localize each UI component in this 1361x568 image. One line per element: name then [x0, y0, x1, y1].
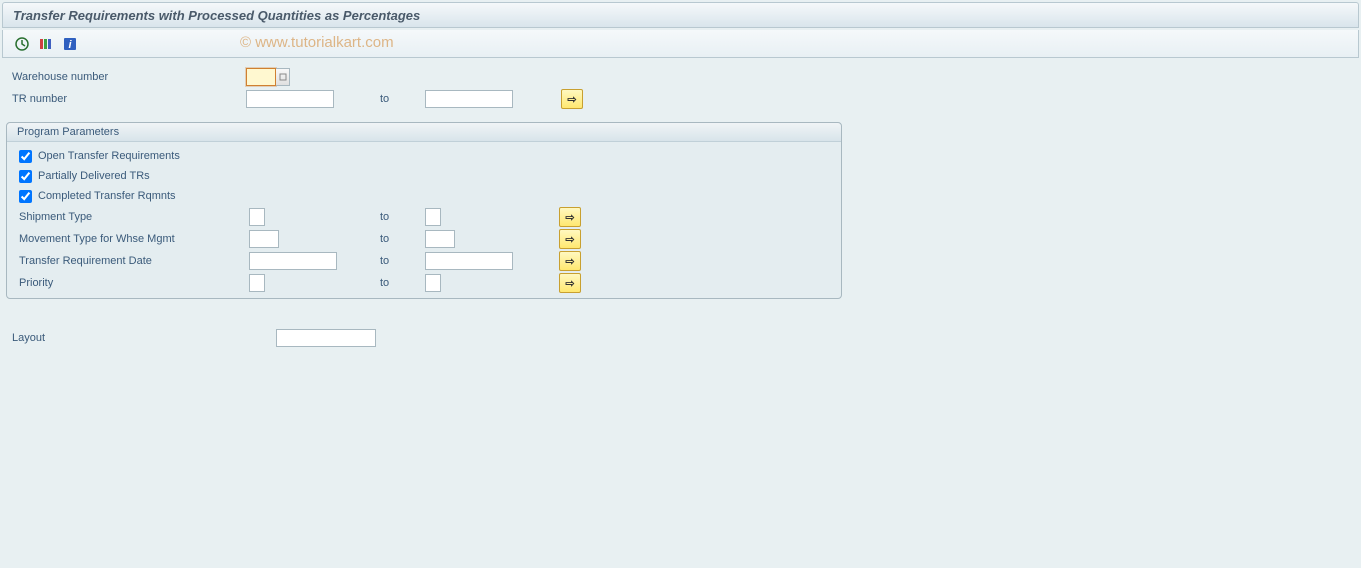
shipment-type-label: Shipment Type: [19, 211, 249, 223]
program-parameters-group: Program Parameters Open Transfer Require…: [6, 122, 842, 299]
priority-label: Priority: [19, 277, 249, 289]
arrow-right-icon: ⇨: [565, 255, 574, 268]
arrow-right-icon: ⇨: [565, 277, 574, 290]
execute-icon[interactable]: [13, 35, 31, 53]
arrow-right-icon: ⇨: [565, 211, 574, 224]
info-icon[interactable]: i: [61, 35, 79, 53]
movement-type-row: Movement Type for Whse Mgmt to ⇨: [9, 228, 839, 250]
variant-icon[interactable]: [37, 35, 55, 53]
layout-row: Layout: [6, 327, 1355, 349]
warehouse-number-f4-button[interactable]: [276, 68, 290, 86]
warehouse-number-row: Warehouse number: [6, 66, 1355, 88]
shipment-type-to-input[interactable]: [425, 208, 441, 226]
movement-type-from-input[interactable]: [249, 230, 279, 248]
shipment-type-row: Shipment Type to ⇨: [9, 206, 839, 228]
tr-number-from-input[interactable]: [246, 90, 334, 108]
group-content: Open Transfer Requirements Partially Del…: [7, 142, 841, 298]
group-title: Program Parameters: [7, 123, 841, 142]
warehouse-number-input[interactable]: [246, 68, 276, 86]
completed-tr-label: Completed Transfer Rqmnts: [38, 190, 176, 202]
partial-tr-label: Partially Delivered TRs: [38, 170, 150, 182]
open-tr-checkbox[interactable]: [19, 150, 32, 163]
movement-type-label: Movement Type for Whse Mgmt: [19, 233, 249, 245]
tr-number-to-input[interactable]: [425, 90, 513, 108]
movement-type-to-input[interactable]: [425, 230, 455, 248]
movement-type-to-label: to: [380, 233, 425, 245]
completed-tr-checkbox[interactable]: [19, 190, 32, 203]
priority-from-input[interactable]: [249, 274, 265, 292]
open-tr-row: Open Transfer Requirements: [9, 146, 839, 166]
partial-tr-row: Partially Delivered TRs: [9, 166, 839, 186]
priority-multi-button[interactable]: ⇨: [559, 273, 581, 293]
priority-to-label: to: [380, 277, 425, 289]
layout-label: Layout: [6, 332, 276, 344]
tr-date-to-label: to: [380, 255, 425, 267]
arrow-right-icon: ⇨: [567, 93, 576, 106]
tr-number-to-label: to: [380, 93, 425, 105]
shipment-type-to-label: to: [380, 211, 425, 223]
content-area: Warehouse number TR number to ⇨ Program …: [0, 58, 1361, 357]
open-tr-label: Open Transfer Requirements: [38, 150, 180, 162]
completed-tr-row: Completed Transfer Rqmnts: [9, 186, 839, 206]
arrow-right-icon: ⇨: [565, 233, 574, 246]
page-title: Transfer Requirements with Processed Qua…: [13, 8, 420, 23]
shipment-type-from-input[interactable]: [249, 208, 265, 226]
tr-date-row: Transfer Requirement Date to ⇨: [9, 250, 839, 272]
tr-date-from-input[interactable]: [249, 252, 337, 270]
tr-date-multi-button[interactable]: ⇨: [559, 251, 581, 271]
tr-number-label: TR number: [6, 93, 246, 105]
toolbar: i: [2, 30, 1359, 58]
tr-date-to-input[interactable]: [425, 252, 513, 270]
priority-row: Priority to ⇨: [9, 272, 839, 294]
tr-date-label: Transfer Requirement Date: [19, 255, 249, 267]
movement-type-multi-button[interactable]: ⇨: [559, 229, 581, 249]
tr-number-row: TR number to ⇨: [6, 88, 1355, 110]
warehouse-number-label: Warehouse number: [6, 71, 246, 83]
partial-tr-checkbox[interactable]: [19, 170, 32, 183]
shipment-type-multi-button[interactable]: ⇨: [559, 207, 581, 227]
layout-input[interactable]: [276, 329, 376, 347]
tr-number-multi-button[interactable]: ⇨: [561, 89, 583, 109]
title-bar: Transfer Requirements with Processed Qua…: [2, 2, 1359, 28]
priority-to-input[interactable]: [425, 274, 441, 292]
